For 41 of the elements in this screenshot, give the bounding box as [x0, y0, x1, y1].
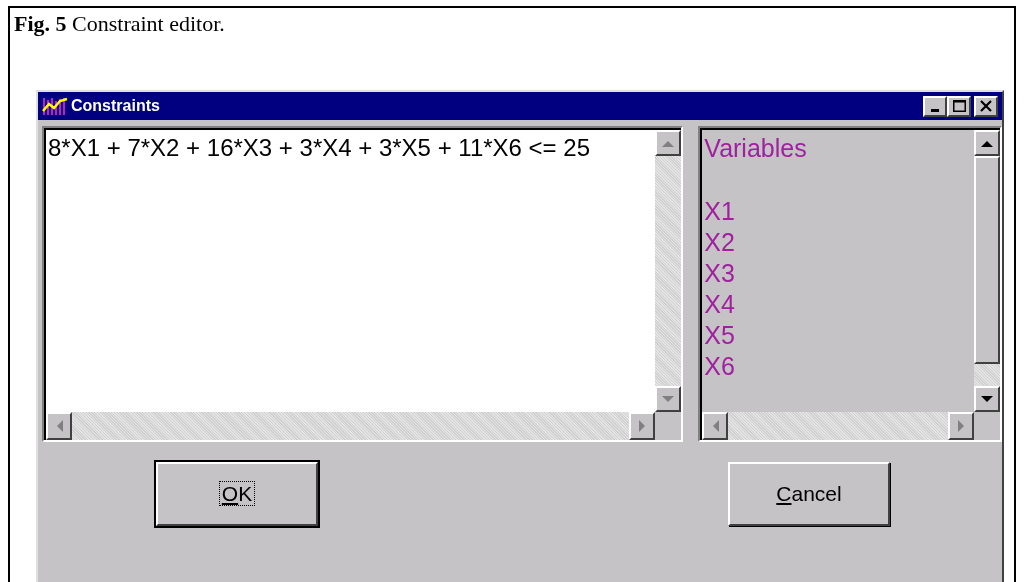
left-arrow-icon	[55, 420, 63, 432]
constraint-text: 8*X1 + 7*X2 + 16*X3 + 3*X4 + 3*X5 + 11*X6 <= 25	[48, 134, 590, 161]
variable-item[interactable]: X5	[704, 320, 972, 351]
close-icon	[980, 100, 992, 112]
figure-caption: Fig. 5 Constraint editor.	[13, 10, 226, 38]
scroll-thumb[interactable]	[974, 156, 1000, 364]
window-title: Constraints	[71, 97, 161, 115]
up-arrow-icon	[662, 139, 675, 147]
scroll-down-button[interactable]	[655, 386, 682, 412]
up-arrow-icon	[981, 139, 993, 147]
vertical-scrollbar[interactable]	[655, 130, 682, 412]
down-arrow-icon	[662, 395, 675, 403]
left-arrow-icon	[711, 420, 719, 432]
variable-item[interactable]: X4	[704, 289, 972, 320]
down-arrow-icon	[981, 395, 993, 403]
variables-list[interactable]: Variables X1 X2 X3 X4 X5 X6	[698, 126, 1002, 442]
scroll-track[interactable]	[974, 364, 1000, 386]
dialog-button[interactable]: OK	[156, 462, 318, 526]
maximize-icon	[952, 100, 966, 112]
scroll-left-button[interactable]	[46, 412, 72, 440]
scroll-right-button[interactable]	[629, 412, 656, 440]
variable-item[interactable]: X6	[704, 351, 972, 382]
scroll-left-button[interactable]	[702, 412, 729, 440]
close-button[interactable]	[974, 95, 998, 117]
variable-item[interactable]: X1	[704, 196, 972, 227]
right-arrow-icon	[957, 420, 965, 432]
minimize-button[interactable]	[923, 95, 947, 117]
dialog-button[interactable]: Cancel	[728, 462, 890, 526]
scroll-up-button[interactable]	[655, 130, 682, 156]
scroll-down-button[interactable]	[974, 386, 1000, 412]
minimize-icon	[931, 108, 939, 112]
variable-item[interactable]: X3	[704, 258, 972, 289]
variable-item[interactable]: X2	[704, 227, 972, 258]
vertical-scrollbar[interactable]	[974, 130, 1000, 412]
constraint-editor[interactable]: 8*X1 + 7*X2 + 16*X3 + 3*X4 + 3*X5 + 11*X6 <= 25	[42, 126, 684, 442]
chart-icon	[42, 96, 68, 116]
scroll-up-button[interactable]	[974, 130, 1000, 156]
maximize-button[interactable]	[947, 95, 971, 117]
list-header: Variables	[704, 134, 808, 164]
scroll-right-button[interactable]	[948, 412, 974, 440]
right-arrow-icon	[638, 420, 646, 432]
